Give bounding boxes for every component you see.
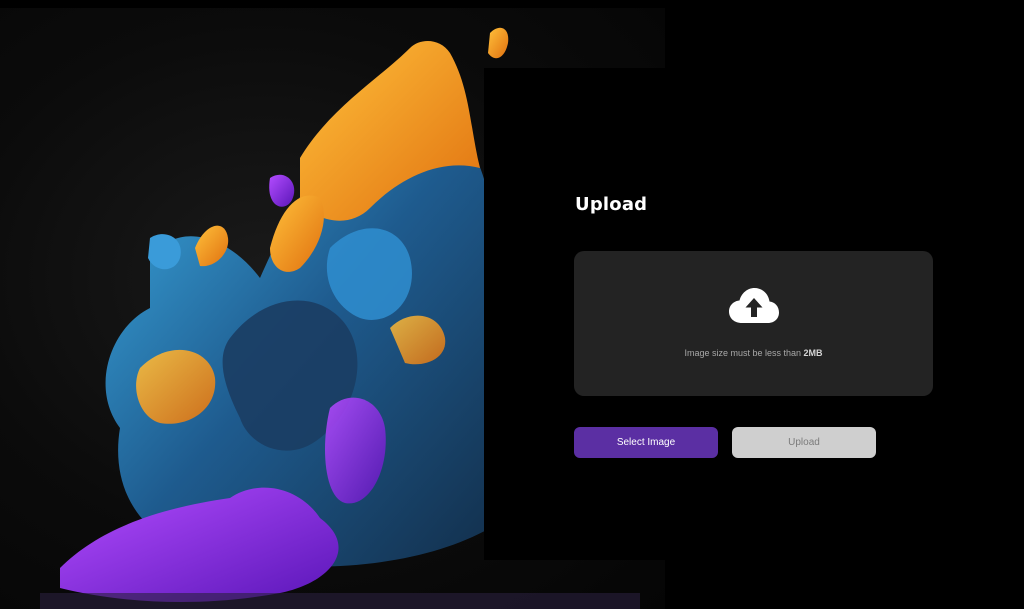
cloud-upload-icon (729, 288, 779, 323)
upload-page: Upload Image size must be less than 2MB … (0, 0, 1024, 609)
size-limit-text: Image size must be less than (684, 348, 804, 358)
upload-title: Upload (575, 194, 648, 215)
size-limit-hint: Image size must be less than 2MB (574, 348, 933, 358)
size-limit-value: 2MB (803, 348, 823, 358)
select-image-button[interactable]: Select Image (574, 427, 718, 458)
image-dropzone[interactable]: Image size must be less than 2MB (574, 251, 933, 396)
upload-button[interactable]: Upload (732, 427, 876, 458)
upload-panel: Upload Image size must be less than 2MB … (484, 68, 1024, 560)
